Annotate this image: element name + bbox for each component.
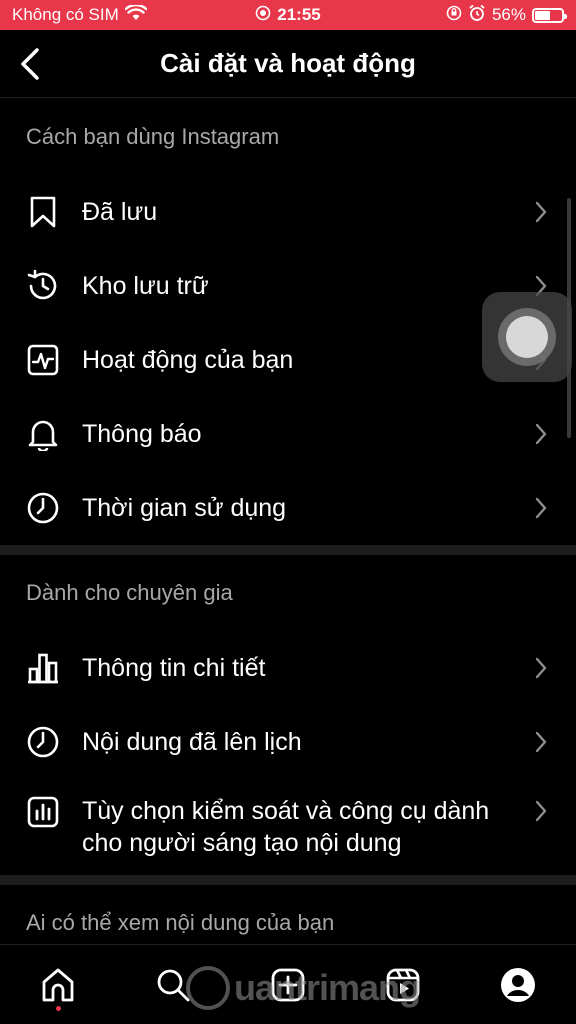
wifi-icon xyxy=(124,3,148,26)
row-label: Thông báo xyxy=(82,420,202,448)
archive-history-icon xyxy=(26,269,60,303)
clock-time: 21:55 xyxy=(277,5,321,24)
clock-icon xyxy=(26,725,60,759)
section-title-professional: Dành cho chuyên gia xyxy=(26,580,233,605)
section-divider xyxy=(0,875,576,885)
chevron-right-icon xyxy=(532,494,550,522)
row-notifications[interactable]: Thông báo xyxy=(0,397,576,471)
row-label: Thời gian sử dụng xyxy=(82,494,287,522)
page-title: Cài đặt và hoạt động xyxy=(160,48,416,78)
chevron-right-icon xyxy=(532,654,550,682)
row-scheduled-content[interactable]: Nội dung đã lên lịch xyxy=(0,705,576,779)
activity-icon xyxy=(26,343,60,377)
settings-list[interactable]: Cách bạn dùng Instagram Đã lưu Kho lưu t… xyxy=(0,99,576,944)
row-label: Tùy chọn kiểm soát và công cụ dành cho n… xyxy=(82,797,490,857)
row-label: Kho lưu trữ xyxy=(82,272,209,300)
profile-icon xyxy=(501,967,536,1002)
section-title-usage: Cách bạn dùng Instagram xyxy=(26,124,280,149)
row-label: Nội dung đã lên lịch xyxy=(82,728,302,756)
assistive-touch-button[interactable] xyxy=(482,292,572,382)
chevron-right-icon xyxy=(532,728,550,756)
chevron-right-icon xyxy=(532,797,550,825)
section-title-visibility: Ai có thể xem nội dung của bạn xyxy=(26,910,335,935)
screen-record-icon xyxy=(255,5,271,26)
creator-tools-icon xyxy=(26,795,60,829)
notification-dot xyxy=(55,1005,61,1011)
row-insights[interactable]: Thông tin chi tiết xyxy=(0,631,576,705)
row-label: Đã lưu xyxy=(82,198,158,226)
row-time-spent[interactable]: Thời gian sử dụng xyxy=(0,471,576,545)
assistive-touch-ring xyxy=(498,308,556,366)
bookmark-icon xyxy=(26,195,60,229)
chevron-right-icon xyxy=(532,420,550,448)
watermark: uantrimang xyxy=(186,966,421,1010)
status-bar: Không có SIM 21:55 56% xyxy=(0,0,576,30)
chevron-right-icon xyxy=(532,198,550,226)
battery-icon xyxy=(532,7,567,23)
alarm-icon xyxy=(468,4,486,27)
home-icon xyxy=(42,968,73,1001)
section-divider xyxy=(0,545,576,555)
nav-home[interactable] xyxy=(28,955,88,1015)
row-label: Thông tin chi tiết xyxy=(82,654,266,682)
back-button[interactable] xyxy=(10,44,50,84)
chevron-left-icon xyxy=(21,48,39,80)
row-creator-tools[interactable]: Tùy chọn kiểm soát và công cụ dành cho n… xyxy=(0,779,576,875)
header: Cài đặt và hoạt động xyxy=(0,30,576,98)
watermark-text: uantrimang xyxy=(234,967,421,1008)
assistive-touch-dot xyxy=(506,316,548,358)
clock-icon xyxy=(26,491,60,525)
row-saved[interactable]: Đã lưu xyxy=(0,175,576,249)
bell-icon xyxy=(26,417,60,451)
bar-chart-icon xyxy=(26,651,60,685)
battery-percent: 56% xyxy=(491,5,526,24)
carrier-label: Không có SIM xyxy=(12,5,119,24)
row-label: Hoạt động của bạn xyxy=(82,346,294,374)
nav-profile[interactable] xyxy=(488,955,548,1015)
orientation-lock-icon xyxy=(446,5,462,26)
watermark-logo-icon xyxy=(186,966,230,1010)
